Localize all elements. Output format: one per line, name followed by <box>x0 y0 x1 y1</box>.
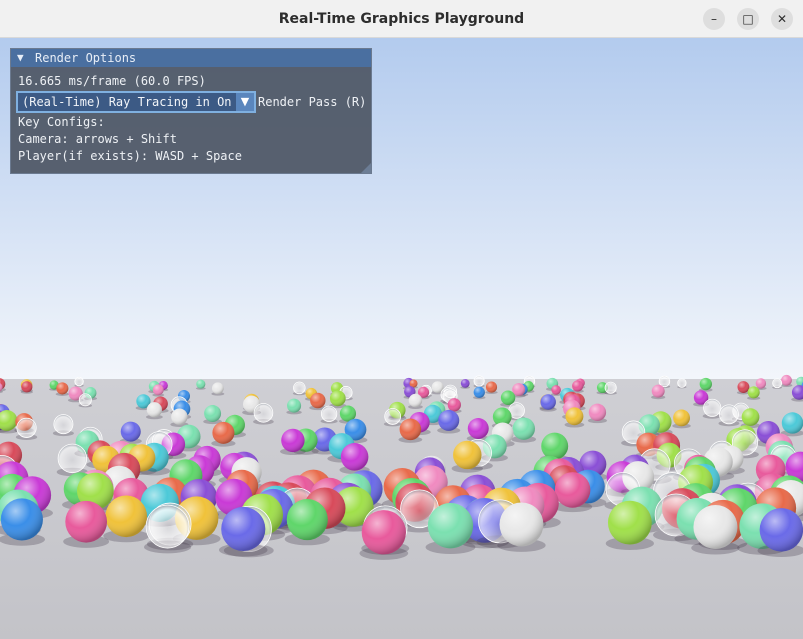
glass-sphere <box>772 378 783 389</box>
sphere-highlight <box>196 379 206 389</box>
sphere-highlight <box>565 407 584 426</box>
glass-sphere <box>384 408 402 425</box>
sphere-highlight <box>747 386 760 399</box>
sphere-highlight <box>146 402 163 418</box>
sphere-highlight <box>541 432 569 460</box>
sphere-highlight <box>500 390 516 405</box>
glass-sphere <box>703 398 722 417</box>
panel-header[interactable]: ▼ Render Options <box>11 49 371 67</box>
maximize-button[interactable]: □ <box>737 8 759 30</box>
sphere-highlight <box>361 510 406 555</box>
sphere-highlight <box>607 500 652 545</box>
sphere-highlight <box>399 418 422 441</box>
frame-stats-text: 16.665 ms/frame (60.0 FPS) <box>18 74 206 88</box>
sphere-highlight <box>221 506 266 552</box>
sphere-highlight <box>737 381 750 393</box>
sphere-highlight <box>120 421 141 442</box>
camera-keys-text: Camera: arrows + Shift <box>18 132 177 146</box>
sphere-highlight <box>759 508 803 552</box>
sphere-highlight <box>56 382 69 395</box>
app-window: Real-Time Graphics Playground – □ ✕ ▼ Re… <box>0 0 803 639</box>
glass-sphere <box>320 405 338 423</box>
render-pass-combo[interactable]: (Real-Time) Ray Tracing in One ▼ <box>16 91 256 113</box>
player-keys-text: Player(if exists): WASD + Space <box>18 149 242 163</box>
glass-sphere <box>604 381 617 394</box>
glass-sphere <box>719 404 739 425</box>
render-pass-label: Render Pass (R) <box>258 95 367 109</box>
sphere-highlight <box>485 381 498 393</box>
render-options-panel[interactable]: ▼ Render Options 16.665 ms/frame (60.0 F… <box>10 48 372 174</box>
sphere-highlight <box>212 421 235 444</box>
sphere-highlight <box>699 377 712 391</box>
sphere-highlight <box>554 472 591 508</box>
glass-sphere <box>78 393 92 407</box>
resize-grip[interactable] <box>361 163 371 173</box>
sphere-highlight <box>287 398 302 413</box>
minimize-button[interactable]: – <box>703 8 725 30</box>
sphere-highlight <box>781 412 803 434</box>
glass-sphere <box>145 504 190 549</box>
sphere-highlight <box>755 378 767 389</box>
sphere-highlight <box>588 403 607 422</box>
render-pass-value: (Real-Time) Ray Tracing in One <box>22 95 232 109</box>
sphere-highlight <box>329 390 346 407</box>
sphere-highlight <box>467 418 489 439</box>
sphere-highlight <box>152 384 164 396</box>
glass-sphere <box>473 375 485 387</box>
glass-sphere <box>253 403 274 423</box>
sphere-highlight <box>572 380 584 392</box>
sphere-highlight <box>460 378 470 388</box>
sphere-highlight <box>105 495 147 538</box>
sphere-highlight <box>65 500 108 543</box>
sphere-highlight <box>427 503 474 549</box>
sphere-highlight <box>204 405 222 422</box>
close-button[interactable]: ✕ <box>771 8 793 30</box>
panel-title: Render Options <box>35 51 137 65</box>
glass-sphere <box>74 376 84 387</box>
collapse-arrow-icon[interactable]: ▼ <box>17 49 24 67</box>
sphere-highlight <box>408 393 423 408</box>
sphere-highlight <box>0 498 43 541</box>
sphere-highlight <box>281 428 305 453</box>
sphere-highlight <box>310 392 326 409</box>
sphere-highlight <box>171 408 188 425</box>
sphere-highlight <box>499 502 544 547</box>
glass-sphere <box>53 414 74 435</box>
sphere-highlight <box>651 384 665 398</box>
title-bar[interactable]: Real-Time Graphics Playground – □ ✕ <box>0 0 803 38</box>
glass-sphere <box>57 443 88 474</box>
sphere-highlight <box>512 417 535 440</box>
sphere-highlight <box>741 408 760 426</box>
sphere-highlight <box>286 499 328 541</box>
sphere-highlight <box>453 440 482 470</box>
sphere-highlight <box>551 385 561 395</box>
sphere-highlight <box>340 443 369 471</box>
glass-sphere <box>16 417 37 438</box>
glass-sphere <box>677 378 687 388</box>
sphere-highlight <box>447 398 461 412</box>
sphere-highlight <box>781 374 792 386</box>
glass-sphere <box>293 381 306 395</box>
sphere-highlight <box>693 504 738 549</box>
sphere-highlight <box>438 409 460 431</box>
sphere-highlight <box>211 382 224 395</box>
sphere-highlight <box>673 409 690 427</box>
dropdown-arrow-icon[interactable]: ▼ <box>236 93 254 111</box>
sphere-highlight <box>473 386 485 398</box>
sphere-highlight <box>540 394 556 410</box>
sphere-highlight <box>21 381 33 393</box>
window-title: Real-Time Graphics Playground <box>278 11 525 27</box>
key-configs-title: Key Configs: <box>18 115 105 129</box>
